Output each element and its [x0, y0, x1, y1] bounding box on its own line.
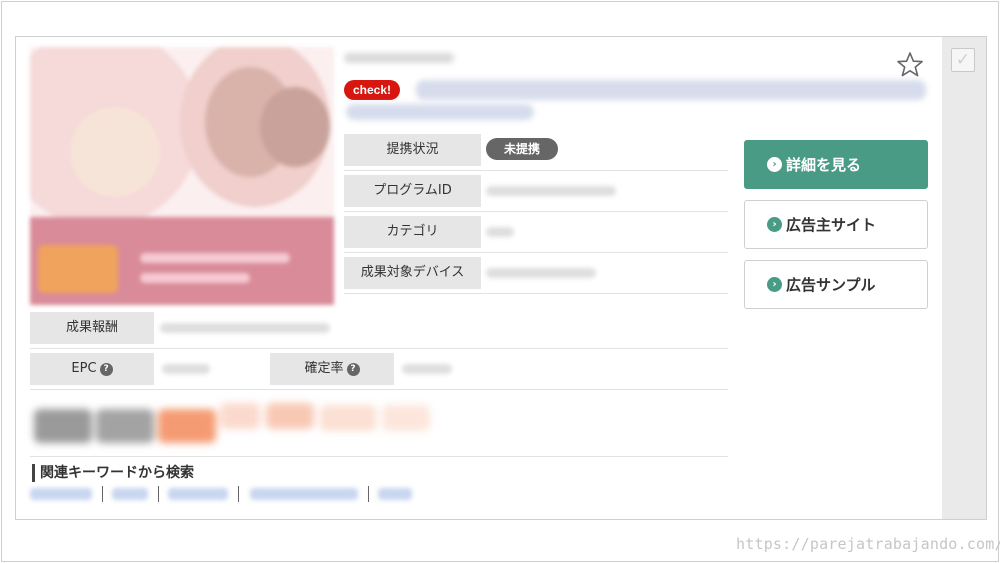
- spec-label: 提携状況: [344, 134, 481, 166]
- keyword-separator: [102, 486, 103, 502]
- feature-badges-redacted: [30, 399, 446, 451]
- help-icon[interactable]: ?: [99, 363, 113, 376]
- spec-label: プログラムID: [344, 175, 481, 207]
- watermark-url: https://parejatrabajando.com/: [736, 535, 1000, 553]
- confirm-rate-label-text: 確定率: [304, 361, 344, 376]
- keyword-separator: [238, 486, 239, 502]
- chevron-right-icon: ›: [767, 277, 782, 292]
- epc-label-text: EPC: [71, 361, 97, 376]
- confirm-rate-value-redacted: [402, 364, 452, 374]
- keyword-link-redacted[interactable]: [250, 488, 358, 500]
- spec-label: カテゴリ: [344, 216, 481, 248]
- details-button[interactable]: › 詳細を見る: [744, 140, 928, 189]
- program-id-redacted: [486, 186, 616, 196]
- advertiser-site-button[interactable]: › 広告主サイト: [744, 200, 928, 249]
- star-outline-icon[interactable]: [896, 51, 924, 79]
- keyword-link-redacted[interactable]: [30, 488, 92, 500]
- program-description-redacted-2: [346, 104, 534, 120]
- keyword-separator: [158, 486, 159, 502]
- confirm-rate-label: 確定率?: [270, 353, 394, 385]
- spec-row-devices: 成果対象デバイス: [344, 254, 728, 294]
- program-thumbnail[interactable]: [30, 47, 334, 305]
- checkbox-icon: ✓: [955, 50, 971, 70]
- epc-label: EPC?: [30, 353, 154, 385]
- select-checkbox[interactable]: ✓: [951, 48, 975, 72]
- program-card: ✓ check! 提携状況 未提携 プログラムID カテゴリ 成果対象デバイス: [15, 36, 987, 520]
- program-title-redacted: [344, 53, 454, 63]
- keyword-link-redacted[interactable]: [112, 488, 148, 500]
- reward-label: 成果報酬: [30, 312, 154, 344]
- epc-row: EPC? 確定率?: [30, 350, 728, 390]
- keyword-separator: [368, 486, 369, 502]
- category-redacted: [486, 227, 514, 237]
- epc-value-redacted: [162, 364, 210, 374]
- help-icon[interactable]: ?: [346, 363, 360, 376]
- reward-row: 成果報酬: [30, 309, 728, 349]
- select-strip: ✓: [942, 37, 986, 519]
- spec-row-program-id: プログラムID: [344, 172, 728, 212]
- keyword-link-redacted[interactable]: [378, 488, 412, 500]
- divider: [30, 456, 728, 457]
- advertiser-site-button-label: 広告主サイト: [786, 216, 877, 234]
- keyword-link-redacted[interactable]: [168, 488, 228, 500]
- spec-row-affiliation: 提携状況 未提携: [344, 131, 728, 171]
- reward-value-redacted: [160, 323, 330, 333]
- ad-sample-button-label: 広告サンプル: [786, 276, 876, 294]
- check-badge: check!: [344, 80, 401, 100]
- details-button-label: 詳細を見る: [786, 156, 862, 174]
- program-description-redacted: [416, 80, 926, 100]
- status-badge: 未提携: [486, 138, 559, 160]
- related-keywords-heading: 関連キーワードから検索: [32, 464, 194, 482]
- spec-row-category: カテゴリ: [344, 213, 728, 253]
- devices-redacted: [486, 268, 596, 278]
- spec-label: 成果対象デバイス: [344, 257, 481, 289]
- chevron-right-icon: ›: [767, 217, 782, 232]
- chevron-right-icon: ›: [767, 157, 782, 172]
- ad-sample-button[interactable]: › 広告サンプル: [744, 260, 928, 309]
